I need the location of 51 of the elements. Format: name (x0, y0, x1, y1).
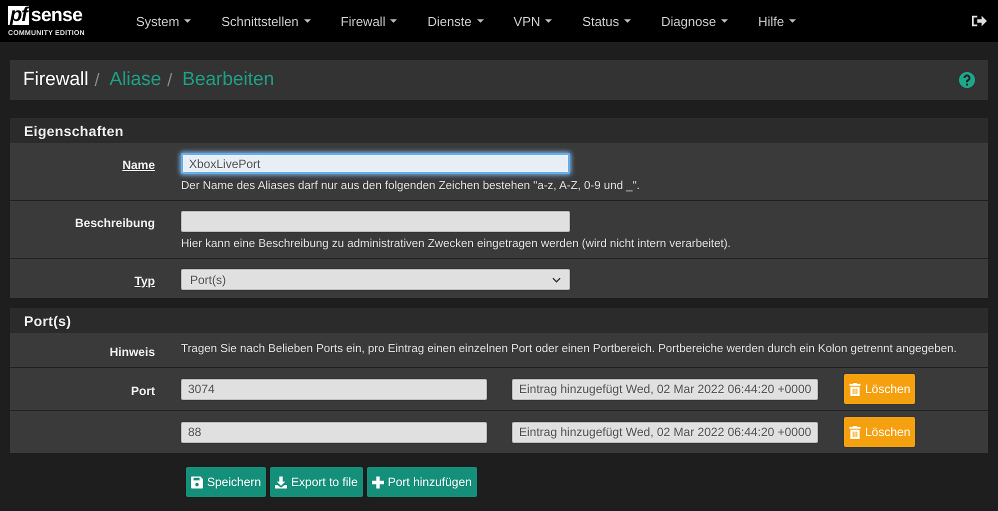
menu-item[interactable]: Firewall (326, 14, 412, 28)
caret-icon (476, 19, 484, 23)
field-label: Typ (134, 274, 155, 288)
port-field[interactable]: 88 (181, 422, 487, 442)
panel-title: Eigenschaften (24, 122, 124, 138)
description-field[interactable]: Eintrag hinzugefügt Wed, 02 Mar 2022 06:44:20 +0000 (512, 422, 818, 442)
description-field[interactable]: Eintrag hinzugefügt Wed, 02 Mar 2022 06:44:20 +0000 (512, 378, 818, 400)
trash-icon (849, 426, 861, 438)
logo-name[interactable]: sense (30, 4, 82, 26)
breadcrumb-separator: / (167, 70, 172, 90)
logo-mark[interactable]: pf (8, 6, 29, 25)
caret-icon (304, 19, 311, 23)
menu-item[interactable]: Schnittstellen (206, 14, 326, 28)
field-label: Hinweis (110, 345, 155, 359)
breadcrumb-link[interactable]: Aliase (109, 69, 162, 91)
help-text: Hier kann eine Beschreibung zu administrativen Zwecken eingetragen werden (wird nicht intern verarbeitet). (181, 238, 731, 250)
field-label: Port (131, 384, 155, 398)
help-text: Der Name des Aliases darf nur aus den folgenden Zeichen bestehen "a-z, A-Z, 0-9 und _". (181, 180, 640, 192)
chevron-icon (552, 276, 561, 282)
caret-icon (545, 19, 552, 23)
type-select[interactable]: Port(s) (181, 269, 570, 290)
menu-item[interactable]: Hilfe (743, 14, 812, 28)
caret-icon (789, 19, 796, 23)
breadcrumb-link[interactable]: Bearbeiten (182, 69, 274, 91)
menu-item[interactable]: Status (567, 14, 646, 28)
download-icon (275, 476, 288, 488)
panel-title: Port(s) (24, 312, 72, 328)
help-icon[interactable] (959, 72, 975, 88)
caret-icon (624, 19, 632, 23)
plus-icon (372, 476, 384, 488)
export-button[interactable]: Export to file (270, 467, 363, 497)
text-field[interactable]: XboxLivePort (181, 153, 570, 174)
menu-item[interactable]: System (121, 14, 206, 28)
page-title: Firewall (23, 69, 88, 91)
caret-icon (184, 19, 192, 23)
floppy-icon (191, 476, 203, 488)
menu-item[interactable]: Dienste (412, 14, 499, 28)
save-button[interactable]: Speichern (186, 467, 266, 497)
logout-icon[interactable] (971, 14, 987, 28)
breadcrumb-separator: / (94, 70, 100, 90)
add-button[interactable]: Port hinzufügen (366, 467, 477, 497)
trash-icon (849, 382, 861, 396)
menu-item[interactable]: Diagnose (646, 14, 744, 28)
field-label: Name (122, 158, 155, 172)
hint-text: Tragen Sie nach Belieben Ports ein, pro Eintrag einen einzelnen Port oder einen Portbereich. Portbereiche werden durch ein Kolon getrennt angegeben. (181, 343, 957, 355)
caret-icon (721, 19, 728, 23)
port-field[interactable]: 3074 (181, 378, 487, 400)
caret-icon (390, 19, 398, 23)
field-label: Beschreibung (74, 216, 155, 230)
menu-item[interactable]: VPN (498, 14, 568, 28)
text-field[interactable] (181, 211, 570, 232)
